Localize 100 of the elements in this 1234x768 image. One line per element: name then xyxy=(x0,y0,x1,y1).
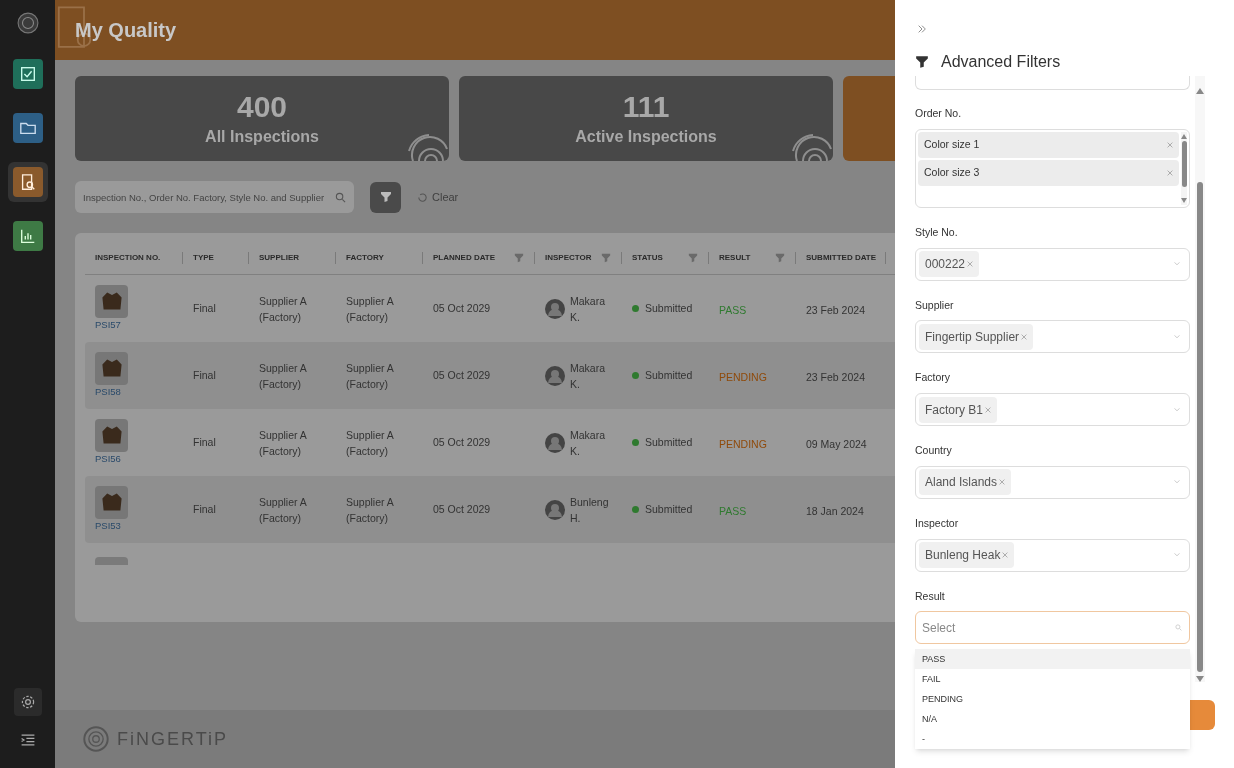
submitted-date-cell: 18 Jan 2024 xyxy=(806,504,864,517)
dropdown-option[interactable]: FAIL xyxy=(915,669,1190,690)
result-text: PENDING xyxy=(719,370,767,383)
supplier-cell: Supplier A (Factory) xyxy=(259,428,307,457)
selected-tag[interactable]: Bunleng Heak xyxy=(919,542,1015,568)
result-field[interactable]: Select xyxy=(915,611,1190,645)
menu-icon[interactable] xyxy=(19,732,36,748)
drawer-title: Advanced Filters xyxy=(941,52,1061,72)
chevron-down-icon xyxy=(1173,260,1181,268)
result-text: PASS xyxy=(719,504,747,517)
column-header: PLANNED DATE xyxy=(433,251,496,264)
factory-cell: Supplier A (Factory) xyxy=(346,294,394,323)
logo-icon xyxy=(16,12,39,34)
selected-tag[interactable]: 000222 xyxy=(919,251,980,277)
field-label: Supplier xyxy=(915,297,955,313)
column-header: SUPPLIER xyxy=(259,251,299,264)
order-no-field[interactable]: Color size 1 Color size 3 xyxy=(915,128,1190,208)
selected-tag[interactable]: Color size 1 xyxy=(918,131,1179,158)
filter-icon xyxy=(514,252,524,263)
remove-icon[interactable] xyxy=(967,261,974,267)
sidebar-item[interactable] xyxy=(7,162,48,202)
inspector-name: Makara K. xyxy=(570,427,606,459)
stat-card[interactable]: 111 Active Inspections xyxy=(459,76,833,161)
remove-icon[interactable] xyxy=(999,479,1006,486)
column-header: RESULT xyxy=(719,251,751,264)
column-header: SUBMITTED DATE xyxy=(806,251,877,264)
select-field[interactable]: 000222 xyxy=(915,247,1190,281)
stat-value: 400 xyxy=(236,88,288,125)
select-field[interactable]: Bunleng Heak xyxy=(915,538,1190,572)
avatar-icon xyxy=(545,298,565,319)
scroll-thumb[interactable] xyxy=(1181,140,1187,187)
filter-button[interactable] xyxy=(370,181,401,213)
chevron-down-icon xyxy=(1173,332,1181,341)
column-header: TYPE xyxy=(193,251,214,264)
remove-icon[interactable] xyxy=(985,406,992,413)
supplier-cell: Supplier A (Factory) xyxy=(259,361,307,390)
column-header: INSPECTION NO. xyxy=(95,251,161,264)
dropdown-option[interactable]: PENDING xyxy=(915,689,1190,710)
scroll-down-icon[interactable] xyxy=(1181,197,1187,203)
search-field[interactable]: Inspection No., Order No. Factory, Style No. and Supplier xyxy=(75,181,354,213)
type-cell: Final xyxy=(193,502,216,515)
selected-tag[interactable]: Color size 3 xyxy=(918,159,1179,186)
double-chevron-icon[interactable] xyxy=(917,24,927,34)
inspector-name: Bunleng H. xyxy=(570,494,610,526)
field-label: Factory xyxy=(915,370,951,386)
table-row[interactable]: PSI53 Final Supplier A (Factory) Supplier A (Factory) 05 Oct 2029 Bunleng H. Submitted PASS 18 Jan 2024 xyxy=(85,476,895,543)
remove-icon[interactable] xyxy=(1002,552,1009,558)
result-text: PASS xyxy=(719,303,747,316)
field-label: Result xyxy=(915,588,946,604)
page-title: My Quality xyxy=(75,18,177,43)
factory-cell: Supplier A (Factory) xyxy=(346,495,394,524)
planned-date-cell: 05 Oct 2029 xyxy=(433,368,491,381)
planned-date-cell: 05 Oct 2029 xyxy=(433,435,491,448)
submitted-date-cell: 23 Feb 2024 xyxy=(806,370,865,383)
settings-icon xyxy=(19,694,36,710)
submitted-date-cell: 09 May 2024 xyxy=(806,437,867,450)
select-field[interactable]: Fingertip Supplier xyxy=(915,320,1190,354)
scroll-down-icon[interactable] xyxy=(1196,676,1204,682)
stat-label: Active Inspections xyxy=(575,126,717,147)
column-header: INSPECTOR xyxy=(545,251,592,264)
settings-button[interactable] xyxy=(13,688,42,716)
planned-date-cell: 05 Oct 2029 xyxy=(433,301,491,314)
submitted-date-cell: 23 Feb 2024 xyxy=(806,303,865,316)
select-field[interactable]: Aland Islands xyxy=(915,465,1190,499)
checkbox-icon xyxy=(18,65,37,83)
status-text: Submitted xyxy=(645,367,693,383)
status-text: Submitted xyxy=(645,434,693,450)
inspector-name: Makara K. xyxy=(570,360,606,392)
remove-icon[interactable] xyxy=(1167,141,1173,148)
avatar-icon xyxy=(545,365,565,386)
selected-tag[interactable]: Factory B1 xyxy=(919,396,998,423)
status-text: Submitted xyxy=(645,501,693,517)
avatar-icon xyxy=(545,499,565,520)
supplier-cell: Supplier A (Factory) xyxy=(259,495,307,524)
chevron-down-icon xyxy=(1173,405,1181,414)
filter-icon xyxy=(379,191,392,203)
remove-icon[interactable] xyxy=(1167,169,1173,176)
type-cell: Final xyxy=(193,435,216,448)
stat-label: All Inspections xyxy=(205,126,319,147)
stat-value: 111 xyxy=(622,88,670,125)
dropdown-option[interactable]: - xyxy=(915,729,1190,750)
selected-tag[interactable]: Fingertip Supplier xyxy=(919,323,1034,350)
avatar-icon xyxy=(545,432,565,453)
table-row[interactable]: PSI56 Final Supplier A (Factory) Supplier A (Factory) 05 Oct 2029 Makara K. Submitted PENDING 09 May 2024 xyxy=(85,409,895,476)
remove-icon[interactable] xyxy=(1021,333,1028,340)
selected-tag[interactable]: Aland Islands xyxy=(919,469,1012,496)
stat-card[interactable]: 400 All Inspections xyxy=(75,76,449,161)
dropdown-option[interactable]: N/A xyxy=(915,709,1190,730)
logo-icon xyxy=(83,726,109,752)
select-field[interactable]: Factory B1 xyxy=(915,393,1190,426)
table-row[interactable]: PSI58 Final Supplier A (Factory) Supplier A (Factory) 05 Oct 2029 Makara K. Submitted PENDING 23 Feb 2024 xyxy=(85,342,895,409)
table-row[interactable]: PSI57 Final Supplier A (Factory) Supplier A (Factory) 05 Oct 2029 Makara K. Submitted PASS 23 Feb 2024 xyxy=(85,275,895,342)
type-cell: Final xyxy=(193,301,216,314)
dropdown-option[interactable]: PASS xyxy=(915,649,1190,670)
type-cell: Final xyxy=(193,368,216,381)
scroll-thumb[interactable] xyxy=(1197,182,1203,672)
scroll-up-icon[interactable] xyxy=(1196,88,1204,94)
date-range-field[interactable] xyxy=(915,76,1190,90)
field-label: Country xyxy=(915,443,953,458)
result-text: PENDING xyxy=(719,437,767,450)
